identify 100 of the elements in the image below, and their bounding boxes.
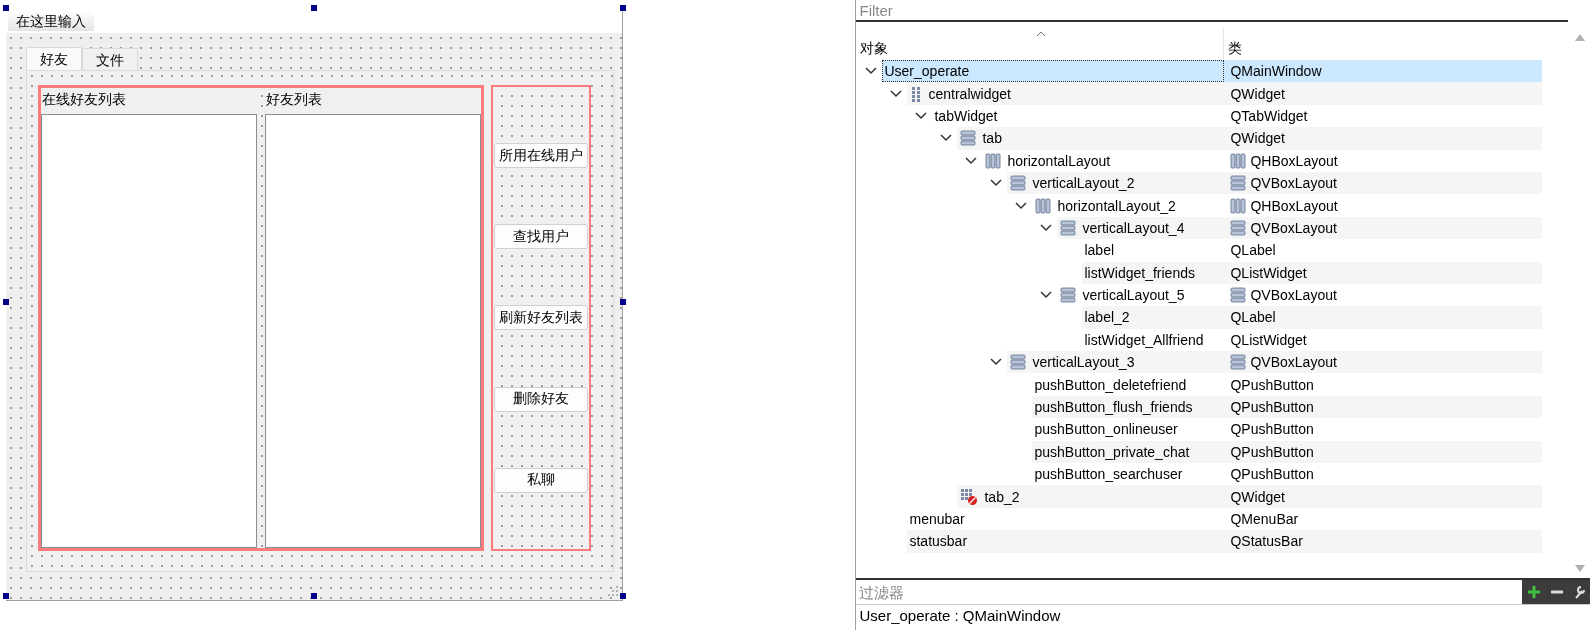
chevron-down-icon[interactable] [990, 358, 1003, 367]
tree-item[interactable]: tab_2 [957, 485, 1225, 508]
sort-indicator-icon [1036, 31, 1047, 37]
tree-item[interactable]: menubar [907, 507, 1225, 531]
resize-handle[interactable] [620, 5, 626, 11]
vertical-layout-icon [1060, 219, 1077, 236]
chevron-down-icon[interactable] [965, 156, 978, 165]
tree-item[interactable]: pushButton_onlineuser [1032, 418, 1225, 441]
menu-entry-hint[interactable]: 在这里输入 [8, 12, 94, 31]
object-name: verticalLayout_4 [1081, 219, 1186, 236]
resize-handle[interactable] [620, 593, 626, 599]
class-name: QPushButton [1230, 399, 1314, 416]
object-name: verticalLayout_5 [1081, 287, 1186, 304]
tree-item[interactable]: horizontalLayout [982, 149, 1225, 172]
object-name: statusbar [908, 533, 969, 550]
tree-item[interactable]: verticalLayout_5 [1057, 283, 1225, 307]
plus-icon[interactable] [1526, 585, 1541, 599]
class-name: QListWidget [1230, 331, 1307, 348]
chevron-down-icon[interactable] [915, 111, 928, 120]
column-header[interactable]: 类 [1224, 28, 1570, 59]
wrench-icon[interactable] [1573, 585, 1586, 599]
class-name: QVBoxLayout [1250, 175, 1337, 192]
object-name: menubar [908, 511, 966, 527]
tree-item[interactable]: centralwidget [907, 82, 1225, 105]
vertical-layout-icon [1010, 354, 1027, 371]
class-name: QLabel [1230, 309, 1276, 326]
class-name: QLabel [1230, 242, 1276, 259]
class-name: QHBoxLayout [1250, 152, 1338, 169]
vertical-layout-icon [1010, 175, 1027, 192]
object-name: tabWidget [933, 107, 999, 124]
chevron-down-icon[interactable] [1040, 223, 1053, 232]
chevron-down-icon[interactable] [1040, 291, 1053, 300]
vertical-layout-icon [1230, 287, 1247, 304]
tree-item[interactable]: pushButton_private_chat [1032, 440, 1225, 464]
push-button[interactable]: 刷新好友列表 [494, 305, 588, 331]
tree-item[interactable]: statusbar [907, 530, 1225, 553]
tree-item[interactable]: tabWidget [932, 104, 1225, 128]
vertical-layout-icon [960, 130, 977, 147]
class-name: QVBoxLayout [1250, 287, 1337, 304]
class-name: QPushButton [1230, 376, 1314, 393]
column-header[interactable]: 对象 [856, 28, 1225, 59]
push-button[interactable]: 私聊 [494, 467, 588, 493]
object-name: label [1083, 242, 1116, 259]
vertical-layout-icon [1230, 175, 1247, 192]
resize-handle[interactable] [620, 299, 626, 305]
tree-item[interactable]: User_operate [882, 60, 1225, 83]
object-name: verticalLayout_3 [1031, 354, 1136, 371]
class-name: QStatusBar [1230, 533, 1303, 550]
tree-item[interactable]: verticalLayout_2 [1007, 171, 1225, 195]
resize-handle[interactable] [311, 5, 317, 11]
tree-item[interactable]: pushButton_flush_friends [1032, 395, 1225, 419]
horizontal-layout-icon [1035, 197, 1052, 214]
grid-error-icon [960, 487, 979, 506]
resize-handle[interactable] [3, 299, 9, 305]
class-name: QPushButton [1230, 443, 1314, 460]
vertical-layout-icon [1230, 219, 1247, 236]
class-name: QVBoxLayout [1250, 219, 1337, 236]
tree-item[interactable]: listWidget_Allfriend [1082, 328, 1225, 352]
tab[interactable]: 文件 [82, 48, 138, 70]
class-name: QMenuBar [1230, 511, 1299, 527]
tree-item[interactable]: listWidget_friends [1082, 261, 1225, 284]
chevron-down-icon[interactable] [890, 89, 903, 98]
chevron-down-icon[interactable] [1015, 201, 1028, 210]
horizontal-layout-icon [985, 152, 1002, 169]
object-name: horizontalLayout_2 [1056, 197, 1177, 214]
push-button[interactable]: 删除好友 [494, 386, 588, 412]
object-name: pushButton_private_chat [1033, 443, 1191, 460]
tree-item[interactable]: label [1082, 239, 1225, 262]
tree-item[interactable]: verticalLayout_4 [1057, 216, 1225, 240]
class-name: QPushButton [1230, 421, 1314, 438]
object-name: verticalLayout_2 [1031, 175, 1136, 192]
tab[interactable]: 好友 [26, 47, 82, 70]
tree-item[interactable]: label_2 [1082, 306, 1225, 329]
object-name: tab [981, 130, 1003, 147]
vertical-layout-icon [1230, 354, 1247, 371]
push-button[interactable]: 所用在线用户 [494, 143, 588, 169]
horizontal-layout-icon [1230, 197, 1247, 214]
chevron-down-icon[interactable] [990, 179, 1003, 188]
chevron-down-icon[interactable] [940, 134, 953, 143]
object-name: pushButton_deletefriend [1033, 376, 1188, 393]
resize-handle[interactable] [3, 593, 9, 599]
push-button[interactable]: 查找用户 [494, 224, 588, 250]
status-text: User_operate : QMainWindow [856, 604, 1590, 630]
class-name: QMainWindow [1230, 63, 1322, 80]
class-name: QTabWidget [1230, 107, 1308, 124]
class-name: QWidget [1230, 488, 1285, 505]
tree-item[interactable]: verticalLayout_3 [1007, 351, 1225, 374]
class-name: QVBoxLayout [1250, 354, 1337, 371]
tree-item[interactable]: tab [957, 127, 1225, 150]
horizontal-layout-icon [1230, 152, 1247, 169]
resize-handle[interactable] [311, 593, 317, 599]
tree-item[interactable]: pushButton_searchuser [1032, 463, 1225, 486]
tree-item[interactable]: pushButton_deletefriend [1032, 373, 1225, 396]
tree-item[interactable]: horizontalLayout_2 [1032, 194, 1225, 217]
object-name: horizontalLayout [1006, 152, 1112, 169]
class-name: QWidget [1230, 130, 1285, 147]
resize-handle[interactable] [3, 5, 9, 11]
chevron-down-icon[interactable] [865, 67, 878, 76]
object-name: tab_2 [983, 488, 1021, 505]
size-grip-icon[interactable] [608, 586, 618, 596]
